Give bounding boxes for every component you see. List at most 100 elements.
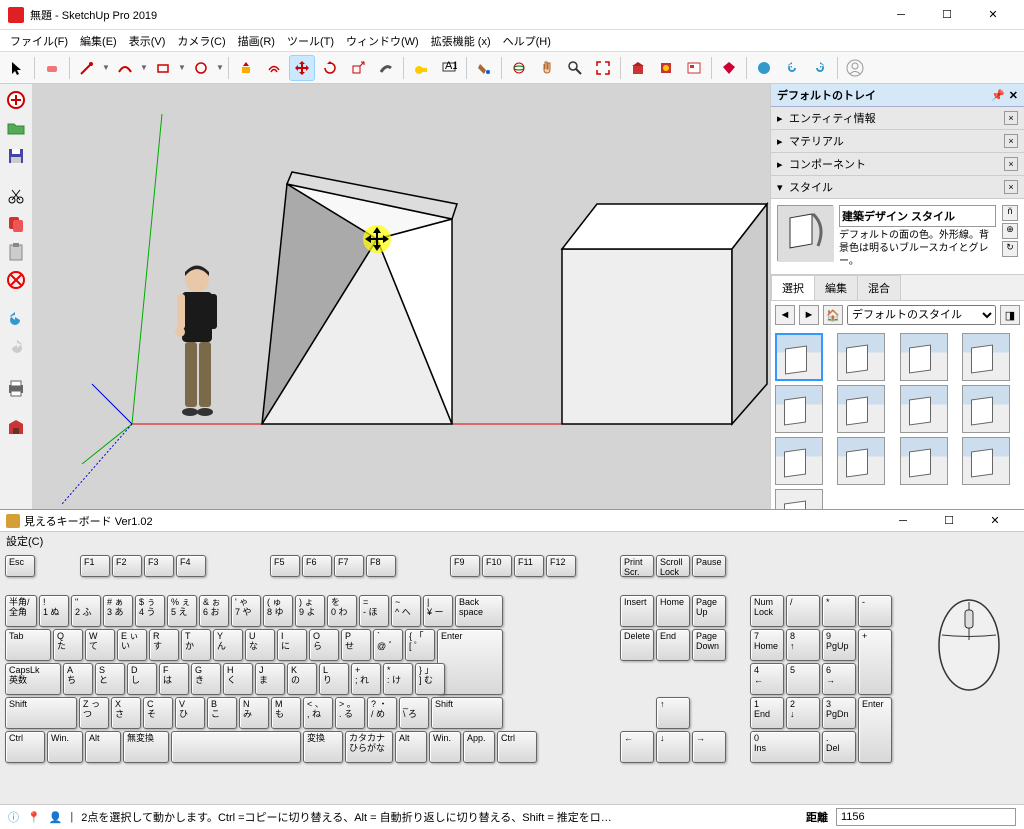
details-button[interactable]: ◨ [1000,305,1020,325]
style-thumb[interactable] [775,489,823,509]
key-r2-5[interactable]: Y ん [213,629,243,661]
text-tool[interactable]: A1 [436,55,462,81]
tray-close-icon[interactable]: ✕ [1009,89,1018,102]
key-r2-1[interactable]: W て [85,629,115,661]
key-f3[interactable]: F3 [144,555,174,577]
tab-mix[interactable]: 混合 [857,275,901,300]
user-button[interactable] [842,55,868,81]
style-new-icon[interactable]: ⊕ [1002,223,1018,239]
key-pgdn[interactable]: PageDown [692,629,726,661]
menu-help[interactable]: ヘルプ(H) [497,33,557,49]
warehouse-tool[interactable] [625,55,651,81]
redo-button[interactable] [807,55,833,81]
key-f1[interactable]: F1 [80,555,110,577]
key-r4-0[interactable]: Z っ つ [79,697,109,729]
key-r2-6[interactable]: U な [245,629,275,661]
key-win-l[interactable]: Win. [47,731,83,763]
kbd-settings[interactable]: 設定(C) [6,533,43,549]
key-alt-l[interactable]: Alt [85,731,121,763]
key-r3-4[interactable]: G き [191,663,221,695]
key-f2[interactable]: F2 [112,555,142,577]
style-thumb[interactable] [775,333,823,381]
key-r1-2[interactable]: # ぁ3 あ [103,595,133,627]
fwd-button[interactable]: ► [799,305,819,325]
new-component-icon[interactable] [4,88,28,112]
key-capslock[interactable]: CapsLk英数 [5,663,61,695]
key-r3-8[interactable]: L り [319,663,349,695]
move-tool[interactable] [289,55,315,81]
key-num6[interactable]: 6→ [822,663,856,695]
paint-tool[interactable] [471,55,497,81]
key-r1-8[interactable]: ) ょ9 よ [295,595,325,627]
pushpull-tool[interactable] [233,55,259,81]
key-num8[interactable]: 8↑ [786,629,820,661]
key-r2-2[interactable]: E ぃ い [117,629,147,661]
rectangle-tool[interactable] [150,55,176,81]
tab-edit[interactable]: 編集 [814,275,858,300]
tray-material[interactable]: ▸マテリアル× [771,130,1024,153]
circle-tool[interactable] [188,55,214,81]
key-numsub[interactable]: - [858,595,892,627]
key-num0[interactable]: 0Ins [750,731,820,763]
key-r1-3[interactable]: $ ぅ4 う [135,595,165,627]
key-f6[interactable]: F6 [302,555,332,577]
close-icon[interactable]: × [1004,134,1018,148]
model-info-icon[interactable] [4,416,28,440]
key-nummul[interactable]: * [822,595,856,627]
key-space[interactable] [171,731,301,763]
key-f8[interactable]: F8 [366,555,396,577]
key-ctrl-l[interactable]: Ctrl [5,731,45,763]
select-tool[interactable] [4,55,30,81]
style-thumbnail[interactable] [777,205,833,261]
style-thumb[interactable] [900,437,948,485]
key-r1-9[interactable]: を0 わ [327,595,357,627]
key-r3-3[interactable]: F は [159,663,189,695]
key-r3-10[interactable]: *: け [383,663,413,695]
menu-camera[interactable]: カメラ(C) [171,33,231,49]
key-r4-1[interactable]: X さ [111,697,141,729]
key-num5[interactable]: 5 [786,663,820,695]
key-num2[interactable]: 2↓ [786,697,820,729]
tray-header[interactable]: デフォルトのトレイ 📌 ✕ [771,84,1024,107]
copy-icon[interactable] [4,212,28,236]
key-r1-11[interactable]: ~^ へ [391,595,421,627]
key-numenter[interactable]: Enter [858,697,892,763]
geo-icon[interactable]: 📍 [27,811,41,824]
plugin-1[interactable] [751,55,777,81]
style-thumb[interactable] [837,333,885,381]
key-r2-3[interactable]: R す [149,629,179,661]
rotate-tool[interactable] [317,55,343,81]
kbd-close[interactable]: ✕ [972,506,1018,536]
tray-component[interactable]: ▸コンポーネント× [771,153,1024,176]
key-hankaku[interactable]: 半角/全角 [5,595,37,627]
key-f10[interactable]: F10 [482,555,512,577]
ruby-tool[interactable] [716,55,742,81]
key-up[interactable]: ↑ [656,697,690,729]
key-app[interactable]: App. [463,731,495,763]
key-shift-l[interactable]: Shift [5,697,77,729]
key-r2-8[interactable]: O ら [309,629,339,661]
tape-tool[interactable] [408,55,434,81]
tray-style[interactable]: ▾スタイル× [771,176,1024,199]
key-prtsc[interactable]: PrintScr. [620,555,654,577]
cut-icon[interactable] [4,184,28,208]
user-icon[interactable]: 👤 [49,811,63,824]
followme-tool[interactable] [373,55,399,81]
key-r1-0[interactable]: !1 ぬ [39,595,69,627]
pan-tool[interactable] [534,55,560,81]
key-left[interactable]: ← [620,731,654,763]
help-icon[interactable]: ⓘ [8,809,19,825]
key-r3-2[interactable]: D し [127,663,157,695]
style-thumb[interactable] [837,437,885,485]
minimize-button[interactable]: ─ [878,0,924,30]
menu-window[interactable]: ウィンドウ(W) [340,33,425,49]
style-thumb[interactable] [775,385,823,433]
key-insert[interactable]: Insert [620,595,654,627]
key-enter[interactable]: Enter [437,629,503,695]
style-update-icon[interactable]: ň [1002,205,1018,221]
key-f5[interactable]: F5 [270,555,300,577]
pin-icon[interactable]: 📌 [991,89,1005,102]
key-r4-4[interactable]: B こ [207,697,237,729]
key-r3-1[interactable]: S と [95,663,125,695]
key-r4-9[interactable]: ? ・/ め [367,697,397,729]
